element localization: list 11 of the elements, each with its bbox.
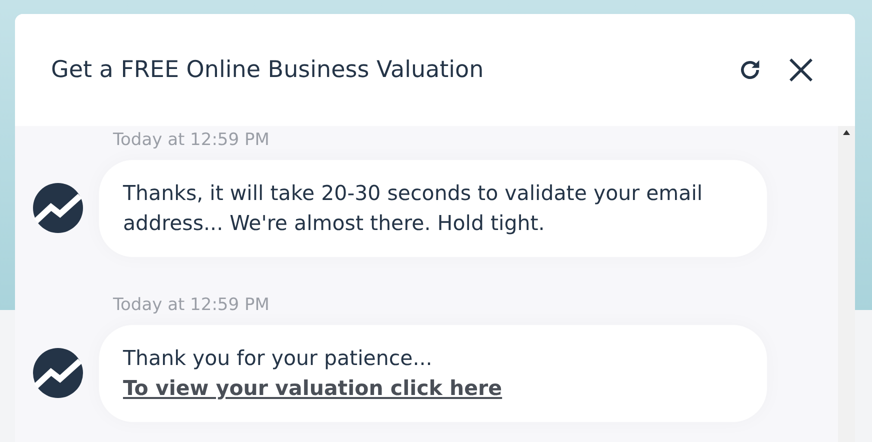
dialog-title: Get a FREE Online Business Valuation <box>51 56 484 85</box>
message-timestamp: Today at 12:59 PM <box>113 294 270 317</box>
avatar-icon <box>33 348 83 398</box>
message-bubble: Thank you for your patience... To view your valuation click here <box>99 324 767 422</box>
scroll-up-icon[interactable] <box>843 130 850 135</box>
close-button[interactable] <box>787 56 815 84</box>
valuation-link[interactable]: To view your valuation click here <box>123 376 502 400</box>
avatar-icon <box>33 183 83 234</box>
message-bubble: Thanks, it will take 20-30 seconds to validate your email address... We're almost there. Hold tight. <box>99 160 767 257</box>
scrollbar[interactable] <box>838 126 855 442</box>
message-timestamp: Today at 12:59 PM <box>113 129 270 152</box>
